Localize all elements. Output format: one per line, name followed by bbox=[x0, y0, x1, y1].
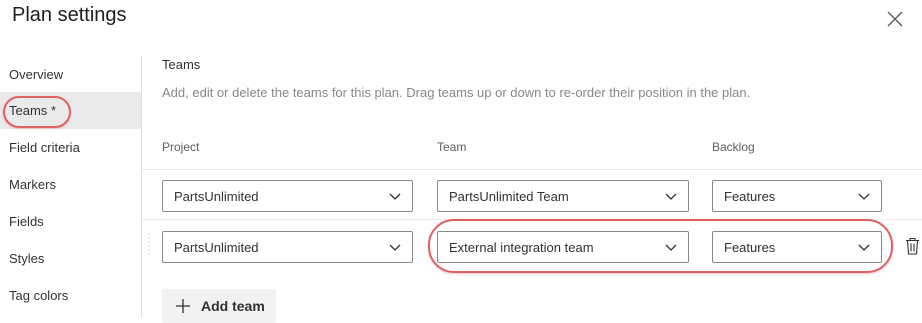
sidebar-item-label: Styles bbox=[9, 251, 45, 266]
close-icon[interactable] bbox=[886, 10, 904, 28]
sidebar-item-fields[interactable]: Fields bbox=[0, 203, 141, 240]
add-team-label: Add team bbox=[201, 298, 265, 314]
team-value: PartsUnlimited Team bbox=[449, 188, 569, 204]
project-dropdown[interactable]: PartsUnlimited bbox=[162, 180, 413, 212]
section-title: Teams bbox=[162, 57, 201, 72]
settings-sidebar: Overview Teams * Field criteria Markers … bbox=[0, 56, 141, 318]
sidebar-item-label: Overview bbox=[9, 67, 64, 82]
column-header-backlog: Backlog bbox=[712, 140, 755, 154]
drag-handle-icon[interactable] bbox=[148, 232, 152, 262]
chevron-down-icon bbox=[665, 244, 677, 251]
chevron-down-icon bbox=[858, 193, 870, 200]
chevron-down-icon bbox=[665, 193, 677, 200]
dialog-title: Plan settings bbox=[12, 4, 127, 26]
team-value: External integration team bbox=[449, 239, 594, 255]
sidebar-item-label: Tag colors bbox=[9, 288, 69, 303]
backlog-dropdown[interactable]: Features bbox=[712, 231, 882, 263]
sidebar-item-styles[interactable]: Styles bbox=[0, 240, 141, 277]
section-description: Add, edit or delete the teams for this p… bbox=[162, 85, 751, 100]
project-value: PartsUnlimited bbox=[174, 239, 259, 255]
chevron-down-icon bbox=[858, 244, 870, 251]
column-header-team: Team bbox=[437, 140, 467, 154]
backlog-value: Features bbox=[724, 188, 776, 204]
column-header-project: Project bbox=[162, 140, 200, 154]
sidebar-item-field-criteria[interactable]: Field criteria bbox=[0, 129, 141, 166]
row-divider bbox=[142, 169, 922, 170]
sidebar-item-label: Fields bbox=[9, 214, 44, 229]
delete-icon[interactable] bbox=[905, 237, 920, 255]
sidebar-item-label: Field criteria bbox=[9, 140, 80, 155]
sidebar-item-tag-colors[interactable]: Tag colors bbox=[0, 277, 141, 314]
chevron-down-icon bbox=[389, 244, 401, 251]
project-value: PartsUnlimited bbox=[174, 188, 259, 204]
team-dropdown[interactable]: PartsUnlimited Team bbox=[437, 180, 689, 212]
plus-icon bbox=[176, 299, 190, 313]
sidebar-item-label: Markers bbox=[9, 177, 56, 192]
team-dropdown[interactable]: External integration team bbox=[437, 231, 689, 263]
project-dropdown[interactable]: PartsUnlimited bbox=[162, 231, 413, 263]
chevron-down-icon bbox=[389, 193, 401, 200]
sidebar-item-teams[interactable]: Teams * bbox=[0, 92, 141, 129]
sidebar-divider bbox=[141, 56, 142, 318]
sidebar-item-label: Teams * bbox=[9, 103, 56, 118]
sidebar-item-overview[interactable]: Overview bbox=[0, 56, 141, 93]
sidebar-item-markers[interactable]: Markers bbox=[0, 166, 141, 203]
backlog-dropdown[interactable]: Features bbox=[712, 180, 882, 212]
backlog-value: Features bbox=[724, 239, 776, 255]
row-divider bbox=[142, 219, 922, 220]
